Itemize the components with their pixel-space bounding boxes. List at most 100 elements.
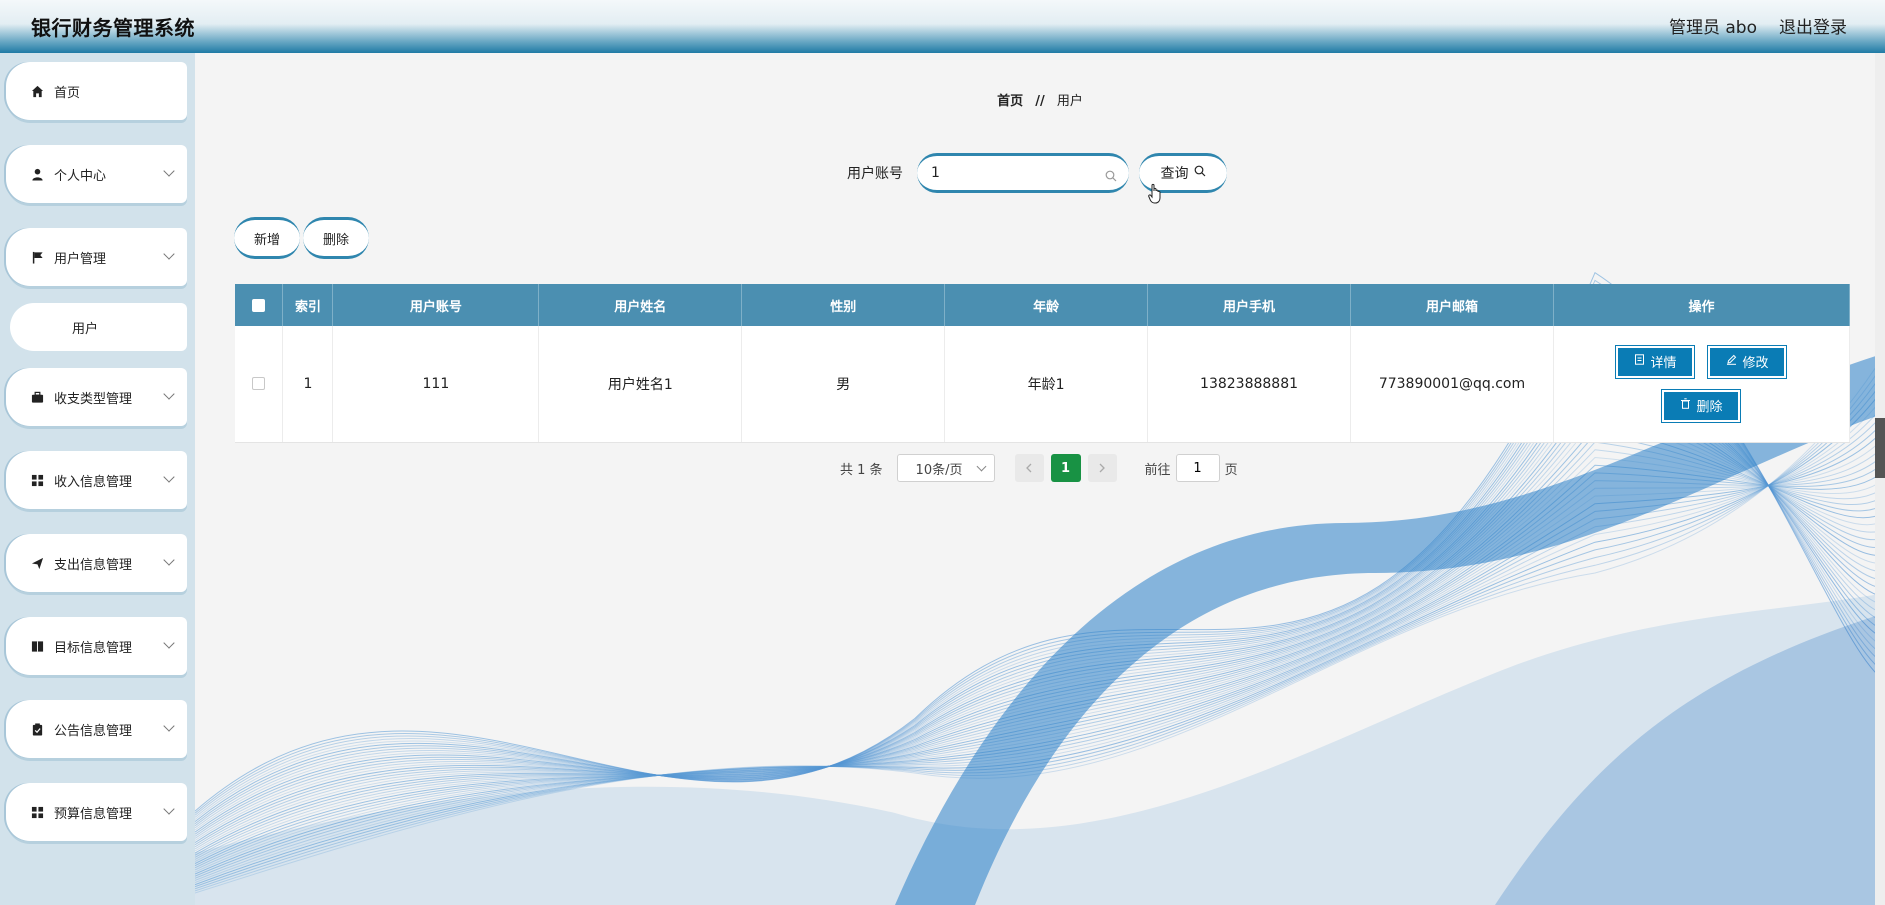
select-all-cell (235, 284, 284, 326)
sidebar-item-label: 公告信息管理 (54, 723, 133, 739)
top-header: 银行财务管理系统 管理员 abo 退出登录 (0, 0, 1885, 53)
action-row: 新增 删除 (234, 217, 369, 259)
delete-row-button-label: 删除 (1696, 400, 1723, 416)
cell-operations: 详情 修改 删除 (1553, 326, 1851, 443)
briefcase-icon (30, 390, 44, 404)
hand-cursor-icon (1148, 183, 1161, 204)
next-page-button[interactable] (1087, 454, 1117, 482)
col-header: 性别 (741, 284, 946, 326)
goto-page-input[interactable] (1175, 454, 1220, 482)
search-icon (1194, 165, 1206, 181)
sidebar-item-expense-management[interactable]: 支出信息管理 (6, 534, 187, 592)
cell-email: 773890001@qq.com (1350, 326, 1554, 443)
page-unit-label: 页 (1224, 462, 1238, 478)
chevron-down-icon (163, 248, 175, 260)
breadcrumb: 首页 // 用户 (195, 90, 1885, 109)
chevron-down-icon (163, 388, 175, 400)
breadcrumb-separator: // (1035, 94, 1045, 109)
sidebar-item-type-management[interactable]: 收支类型管理 (6, 368, 187, 426)
col-header: 年龄 (944, 284, 1149, 326)
pagination-total: 共 1 条 (840, 462, 883, 478)
cell-index: 1 (282, 326, 334, 443)
search-input[interactable] (931, 156, 1101, 190)
row-checkbox[interactable] (252, 377, 266, 391)
delete-row-button[interactable]: 删除 (1661, 388, 1742, 423)
table-row: 1 111 用户姓名1 男 年龄1 13823888881 773890001@… (235, 326, 1851, 443)
chevron-left-icon (1026, 463, 1032, 473)
page-size-value: 10条/页 (915, 462, 963, 478)
grid-icon (30, 473, 44, 487)
add-button[interactable]: 新增 (234, 217, 300, 259)
col-header: 索引 (282, 284, 334, 326)
document-icon (1634, 354, 1645, 369)
pagination: 共 1 条 10条/页 1 前往 页 (840, 454, 1238, 482)
user-table: 索引 用户账号 用户姓名 性别 年龄 用户手机 用户邮箱 操作 1 111 用户… (235, 284, 1851, 443)
logout-link[interactable]: 退出登录 (1779, 13, 1847, 38)
chevron-down-icon (163, 471, 175, 483)
goto-label: 前往 (1144, 462, 1171, 478)
chevron-right-icon (1099, 463, 1105, 473)
scrollbar-thumb[interactable] (1875, 418, 1885, 478)
cell-phone: 13823888881 (1147, 326, 1351, 443)
col-header: 用户账号 (332, 284, 540, 326)
sidebar-item-budget-management[interactable]: 预算信息管理 (6, 783, 187, 841)
select-all-checkbox[interactable] (252, 298, 266, 312)
cell-account: 111 (332, 326, 540, 443)
breadcrumb-current: 用户 (1056, 94, 1083, 109)
chevron-down-icon (976, 461, 986, 472)
cell-gender: 男 (741, 326, 946, 443)
page-scrollbar[interactable] (1875, 53, 1885, 905)
current-user-label: 管理员 abo (1668, 18, 1757, 38)
clipboard-icon (30, 722, 44, 736)
query-button-label: 查询 (1160, 166, 1189, 182)
page-number-current[interactable]: 1 (1050, 454, 1081, 482)
prev-page-button[interactable] (1014, 454, 1044, 482)
col-header: 用户手机 (1147, 284, 1351, 326)
search-row: 用户账号 查询 (847, 153, 1227, 193)
search-icon (1105, 167, 1117, 186)
col-header: 用户姓名 (538, 284, 743, 326)
app-title: 银行财务管理系统 (31, 16, 195, 40)
search-box (917, 153, 1129, 193)
sidebar-item-goal-management[interactable]: 目标信息管理 (6, 617, 187, 675)
edit-button-label: 修改 (1742, 356, 1769, 372)
home-icon (30, 84, 44, 98)
sidebar-item-notice-management[interactable]: 公告信息管理 (6, 700, 187, 758)
chevron-down-icon (163, 637, 175, 649)
cell-name: 用户姓名1 (538, 326, 743, 443)
sidebar: 首页 个人中心 用户管理 用户 收支类型管理 收入信息管理 支出信息管理 目标信… (0, 53, 195, 905)
user-icon (30, 167, 44, 181)
col-header: 用户邮箱 (1350, 284, 1554, 326)
trash-icon (1680, 398, 1691, 413)
chevron-down-icon (163, 554, 175, 566)
sidebar-item-label: 收支类型管理 (54, 391, 133, 407)
breadcrumb-home[interactable]: 首页 (997, 94, 1023, 109)
sidebar-item-home[interactable]: 首页 (6, 62, 187, 120)
chevron-down-icon (163, 720, 175, 732)
table-header-row: 索引 用户账号 用户姓名 性别 年龄 用户手机 用户邮箱 操作 (235, 284, 1851, 326)
flag-icon (30, 250, 44, 264)
search-label: 用户账号 (847, 166, 903, 182)
row-select-cell (235, 326, 284, 443)
page-size-select[interactable]: 10条/页 (896, 454, 995, 482)
chevron-down-icon (163, 803, 175, 815)
grid-icon (30, 805, 44, 819)
sidebar-item-income-management[interactable]: 收入信息管理 (6, 451, 187, 509)
row-operations: 详情 修改 删除 (1591, 344, 1811, 423)
send-icon (30, 556, 44, 570)
sidebar-item-user-management[interactable]: 用户管理 (6, 228, 187, 286)
edit-button[interactable]: 修改 (1707, 344, 1788, 379)
bulk-delete-button[interactable]: 删除 (303, 217, 369, 259)
col-header: 操作 (1553, 284, 1851, 326)
sidebar-item-personal-center[interactable]: 个人中心 (6, 145, 187, 203)
sidebar-item-label: 首页 (54, 85, 81, 101)
detail-button-label: 详情 (1650, 356, 1677, 372)
detail-button[interactable]: 详情 (1615, 344, 1696, 379)
sidebar-item-label: 个人中心 (54, 168, 107, 184)
sidebar-subitem-user[interactable]: 用户 (10, 303, 187, 351)
sidebar-item-label: 用户管理 (54, 251, 107, 267)
edit-icon (1726, 354, 1737, 369)
sidebar-item-label: 预算信息管理 (54, 806, 133, 822)
sidebar-item-label: 收入信息管理 (54, 474, 133, 490)
book-icon (30, 639, 44, 653)
